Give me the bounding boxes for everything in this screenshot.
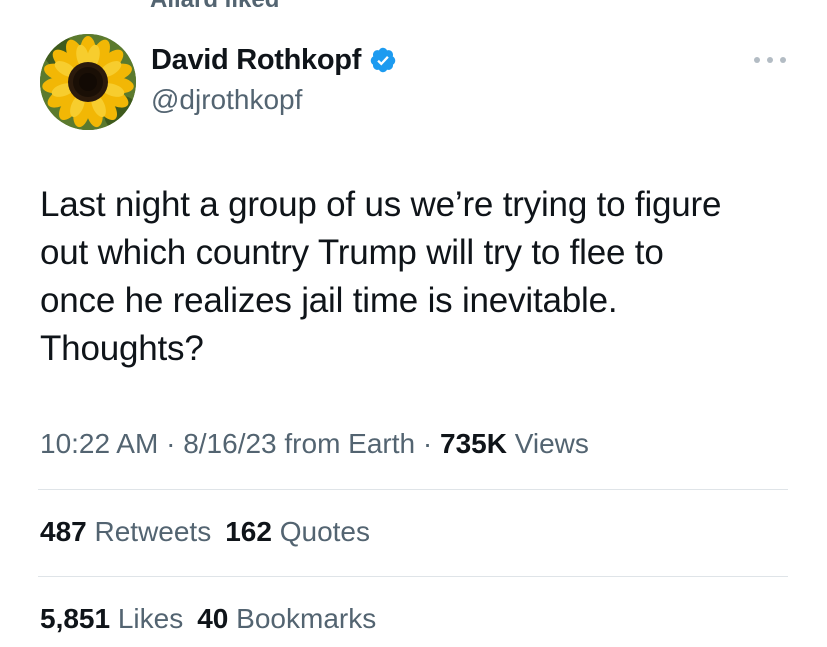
- tweet-date[interactable]: 8/16/23: [183, 428, 276, 459]
- bookmarks-label: Bookmarks: [228, 603, 377, 634]
- meta-separator: ·: [415, 428, 440, 459]
- author-handle[interactable]: @djrothkopf: [151, 83, 302, 117]
- retweets-stat[interactable]: 487 Retweets: [40, 512, 211, 552]
- more-options-icon[interactable]: [752, 48, 788, 72]
- tweet-text-line: Last night a group of us we’re trying to…: [40, 185, 722, 224]
- quotes-stat[interactable]: 162 Quotes: [225, 512, 370, 552]
- divider: [38, 489, 788, 490]
- likes-count: 5,851: [40, 603, 111, 634]
- sunflower-avatar-icon: [40, 34, 136, 130]
- views-count: 735K: [440, 428, 507, 459]
- more-dot: [767, 57, 773, 63]
- divider: [38, 576, 788, 577]
- tweet-text-line: out which country Trump will try to flee…: [40, 233, 664, 272]
- tweet-source: from Earth: [276, 428, 416, 459]
- tweet-text-line: Thoughts?: [40, 329, 204, 368]
- bookmarks-stat[interactable]: 40 Bookmarks: [197, 599, 376, 639]
- engagement-stats-row-1: 487 Retweets 162 Quotes: [40, 512, 384, 552]
- meta-separator: ·: [158, 428, 184, 459]
- author-name-row[interactable]: David Rothkopf: [151, 42, 397, 78]
- likes-stat[interactable]: 5,851 Likes: [40, 599, 183, 639]
- tweet-text: Last night a group of us we’re trying to…: [40, 181, 800, 373]
- tweet-time[interactable]: 10:22 AM: [40, 428, 158, 459]
- bookmarks-count: 40: [197, 603, 229, 634]
- social-context-banner: Allard liked: [150, 0, 279, 14]
- retweets-count: 487: [40, 516, 87, 547]
- more-dot: [780, 57, 786, 63]
- display-name[interactable]: David Rothkopf: [151, 42, 361, 78]
- tweet-text-line: once he realizes jail time is inevitable…: [40, 281, 618, 320]
- views-label: Views: [506, 428, 589, 459]
- likes-label: Likes: [110, 603, 184, 634]
- avatar[interactable]: [40, 34, 136, 130]
- quotes-label: Quotes: [271, 516, 370, 547]
- retweets-label: Retweets: [86, 516, 212, 547]
- more-dot: [754, 57, 760, 63]
- tweet-metadata: 10:22 AM · 8/16/23 from Earth · 735K Vie…: [40, 424, 589, 464]
- verified-badge-icon: [370, 47, 396, 73]
- engagement-stats-row-2: 5,851 Likes 40 Bookmarks: [40, 599, 390, 639]
- quotes-count: 162: [225, 516, 272, 547]
